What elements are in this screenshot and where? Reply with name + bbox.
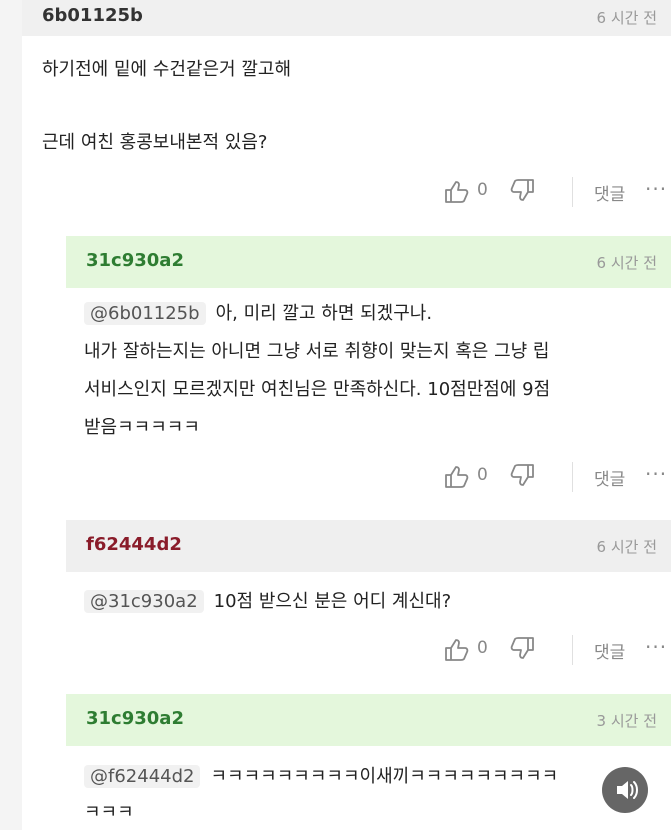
reply-author[interactable]: f62444d2 <box>86 534 182 555</box>
thumbs-up-icon[interactable] <box>444 180 470 208</box>
reply-actions: 0 댓글 ··· <box>22 462 671 492</box>
reply-button[interactable]: 댓글 <box>594 638 625 663</box>
comment-actions: 0 댓글 ··· <box>22 177 671 207</box>
comment-text-line: 하기전에 밑에 수건같은거 깔고해 <box>42 59 292 80</box>
thumbs-down-icon[interactable] <box>509 636 535 664</box>
thumbs-up-icon[interactable] <box>444 465 470 493</box>
more-options-button[interactable]: ··· <box>645 177 667 201</box>
divider <box>572 177 573 207</box>
reply-text-line: 받음ㅋㅋㅋㅋㅋ <box>84 417 200 438</box>
reply-header: 31c930a2 6 시간 전 <box>66 236 671 288</box>
reply-time: 6 시간 전 <box>596 254 657 272</box>
reply-text-line: @f62444d2 ㅋㅋㅋㅋㅋㅋㅋㅋㅋ이새끼ㅋㅋㅋㅋㅋㅋㅋㅋㅋ <box>84 762 558 788</box>
reply-text-line: 서비스인지 모르겠지만 여친님은 만족하신다. 10점만점에 9점 <box>84 379 551 400</box>
divider <box>572 635 573 665</box>
reply-text-line: @6b01125b 아, 미리 깔고 하면 되겠구나. <box>84 299 432 325</box>
reply-text-line: ㅋㅋㅋ <box>84 802 134 823</box>
reply-time: 3 시간 전 <box>596 712 657 730</box>
comment-time: 6 시간 전 <box>596 9 657 27</box>
more-options-button[interactable]: ··· <box>645 462 667 486</box>
mention-tag[interactable]: @f62444d2 <box>84 765 201 788</box>
reply-text: 아, 미리 깔고 하면 되겠구나. <box>215 303 433 324</box>
thumbs-down-icon[interactable] <box>509 463 535 491</box>
reply-button[interactable]: 댓글 <box>594 465 625 490</box>
reply-author[interactable]: 31c930a2 <box>86 250 184 271</box>
mention-tag[interactable]: @6b01125b <box>84 302 206 325</box>
reply-actions: 0 댓글 ··· <box>22 635 671 665</box>
like-count: 0 <box>477 465 488 485</box>
reply-header: f62444d2 6 시간 전 <box>66 520 671 572</box>
thumbs-down-icon[interactable] <box>509 178 535 206</box>
speaker-icon <box>602 781 648 817</box>
reply-time: 6 시간 전 <box>596 538 657 556</box>
reply-text: ㅋㅋㅋㅋㅋㅋㅋㅋㅋ이새끼ㅋㅋㅋㅋㅋㅋㅋㅋㅋ <box>210 766 559 787</box>
like-count: 0 <box>477 180 488 200</box>
comment-header: 6b01125b 6 시간 전 <box>22 0 671 36</box>
reply-button[interactable]: 댓글 <box>594 180 625 205</box>
reply-author[interactable]: 31c930a2 <box>86 708 184 729</box>
comment-author[interactable]: 6b01125b <box>42 5 143 26</box>
more-options-button[interactable]: ··· <box>645 635 667 659</box>
like-count: 0 <box>477 638 488 658</box>
reply-header: 31c930a2 3 시간 전 <box>66 694 671 746</box>
reply-text-line: @31c930a2 10점 받으신 분은 어디 계신대? <box>84 587 451 613</box>
sound-toggle-button[interactable] <box>602 767 648 813</box>
divider <box>572 462 573 492</box>
comment-text-line: 근데 여친 홍콩보내본적 있음? <box>42 132 268 153</box>
mention-tag[interactable]: @31c930a2 <box>84 590 204 613</box>
reply-text: 10점 받으신 분은 어디 계신대? <box>213 591 452 612</box>
reply-text-line: 내가 잘하는지는 아니면 그냥 서로 취향이 맞는지 혹은 그냥 립 <box>84 341 550 362</box>
comment-thread: 6b01125b 6 시간 전 하기전에 밑에 수건같은거 깔고해 근데 여친 … <box>22 0 671 830</box>
thumbs-up-icon[interactable] <box>444 638 470 666</box>
